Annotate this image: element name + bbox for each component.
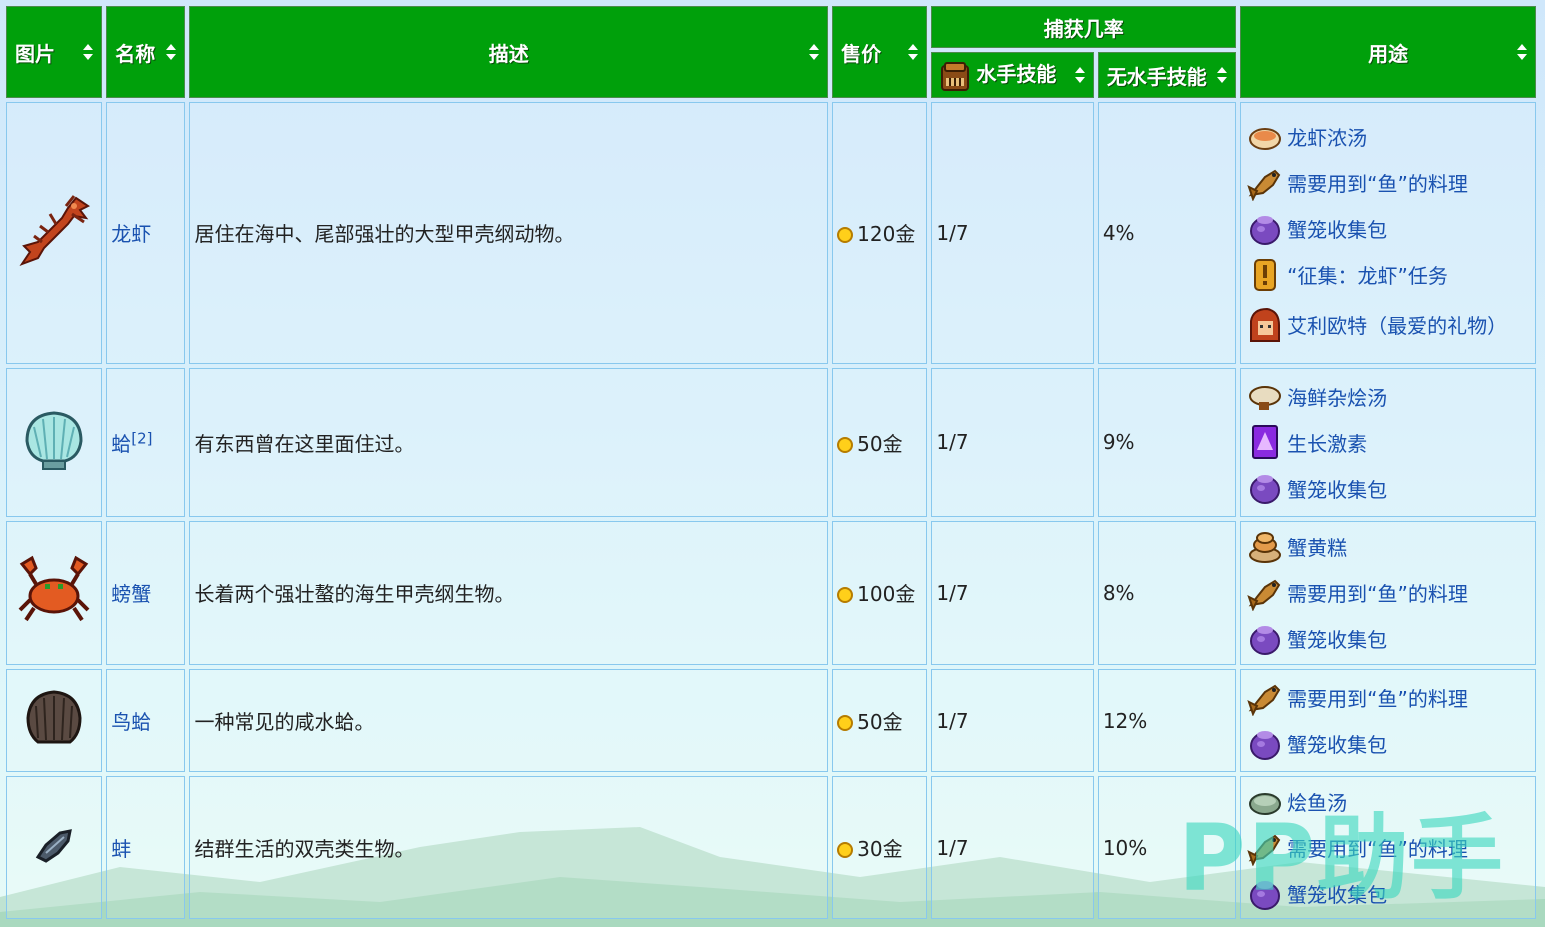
item-uses: 需要用到“鱼”的料理 蟹笼收集包 [1240,669,1536,773]
fish-icon [1247,684,1281,716]
item-description: 长着两个强壮螯的海生甲壳纲生物。 [189,520,829,666]
sort-icon[interactable] [166,44,177,60]
item-name-link[interactable]: 蚌 [111,837,131,861]
mussel-icon[interactable] [32,823,76,867]
header-mariner[interactable]: 水手技能 [931,52,1094,98]
use-item[interactable]: 蟹笼收集包 [1247,616,1535,662]
item-image-cell [6,520,103,666]
table-row: 螃蟹 长着两个强壮螯的海生甲壳纲生物。 100金 1/7 8% 蟹黄糕 需要用到… [6,520,1536,666]
gold-coin-icon [837,227,854,244]
mariner-rate: 1/7 [931,669,1094,773]
no-mariner-rate: 9% [1097,367,1237,517]
clam-icon[interactable] [21,407,87,473]
lobster-bisque-icon [1249,127,1282,150]
use-item[interactable]: 蟹笼收集包 [1247,465,1535,511]
mariner-rate: 1/7 [931,102,1094,364]
quest-icon [1254,258,1277,291]
use-item[interactable]: 生长激素 [1247,419,1535,465]
use-item[interactable]: 蟹笼收集包 [1247,721,1535,767]
item-description: 结群生活的双壳类生物。 [189,776,829,919]
header-no-mariner[interactable]: 无水手技能 [1097,52,1237,98]
table-row: 龙虾 居住在海中、尾部强壮的大型甲壳纲动物。 120金 1/7 4% 龙虾浓汤 … [6,102,1536,364]
item-name-cell: 鸟蛤 [106,669,186,773]
item-price: 50金 [832,669,928,773]
mariner-rate: 1/7 [931,776,1094,919]
no-mariner-rate: 12% [1097,669,1237,773]
table-row: 鸟蛤 一种常见的咸水蛤。 50金 1/7 12% 需要用到“鱼”的料理 蟹笼收集… [6,669,1536,773]
gold-coin-icon [837,587,854,604]
watermark-logo: PP助手 [1178,805,1505,912]
item-description: 居住在海中、尾部强壮的大型甲壳纲动物。 [189,102,829,364]
sort-icon[interactable] [1217,67,1228,83]
crab-icon[interactable] [16,554,92,626]
item-name-cell: 蛤[2] [106,367,186,517]
crab-pot-bundle-icon [1250,215,1281,245]
cockle-icon[interactable] [24,688,84,748]
item-name-link[interactable]: 蛤 [111,432,131,456]
use-item[interactable]: 需要用到“鱼”的料理 [1247,675,1535,721]
elliott-icon [1250,307,1281,342]
no-mariner-rate: 8% [1097,520,1237,666]
item-name-link[interactable]: 龙虾 [111,222,151,246]
item-price: 50金 [832,367,928,517]
item-name-link[interactable]: 螃蟹 [111,582,151,606]
item-image-cell [6,102,103,364]
use-item[interactable]: 需要用到“鱼”的料理 [1247,570,1535,616]
sort-icon[interactable] [908,44,919,60]
crab-pot-bundle-icon [1250,475,1281,505]
item-name-cell: 龙虾 [106,102,186,364]
mariner-rate: 1/7 [931,520,1094,666]
item-image-cell [6,776,103,919]
item-image-cell [6,367,103,517]
item-price: 30金 [832,776,928,919]
item-price: 100金 [832,520,928,666]
sort-icon[interactable] [809,44,820,60]
use-item[interactable]: 蟹黄糕 [1247,524,1535,570]
header-description[interactable]: 描述 [189,6,829,98]
item-uses: 蟹黄糕 需要用到“鱼”的料理 蟹笼收集包 [1240,520,1536,666]
use-item[interactable]: 海鲜杂烩汤 [1247,373,1535,419]
fish-icon [1247,169,1281,201]
item-description: 一种常见的咸水蛤。 [189,669,829,773]
item-price: 120金 [832,102,928,364]
header-uses[interactable]: 用途 [1240,6,1536,98]
header-price[interactable]: 售价 [832,6,928,98]
header-catch-rate: 捕获几率 [931,6,1237,48]
item-description: 有东西曾在这里面住过。 [189,367,829,517]
crab-pot-items-table: 图片 名称 描述 售价 捕获几率 用途 水手技能 无水手技能 龙虾 居住在海中、… [2,2,1540,923]
use-item[interactable]: 艾利欧特（最爱的礼物） [1247,298,1535,352]
item-uses: 龙虾浓汤 需要用到“鱼”的料理 蟹笼收集包 “征集：龙虾”任务 艾利欧特（最爱的… [1240,102,1536,364]
crab-pot-bundle-icon [1250,625,1281,655]
item-name-cell: 蚌 [106,776,186,919]
crab-pot-bundle-icon [1250,730,1281,760]
mariner-rate: 1/7 [931,367,1094,517]
gold-coin-icon [837,436,854,453]
sort-icon[interactable] [1074,67,1085,83]
use-item[interactable]: 需要用到“鱼”的料理 [1247,160,1535,206]
no-mariner-rate: 4% [1097,102,1237,364]
item-uses: 海鲜杂烩汤 生长激素 蟹笼收集包 [1240,367,1536,517]
use-item[interactable]: “征集：龙虾”任务 [1247,252,1535,298]
use-item[interactable]: 蟹笼收集包 [1247,206,1535,252]
item-name-link[interactable]: 鸟蛤 [111,710,151,734]
table-row: 蛤[2] 有东西曾在这里面住过。 50金 1/7 9% 海鲜杂烩汤 生长激素 蟹… [6,367,1536,517]
gold-coin-icon [837,842,854,859]
lobster-icon[interactable] [16,192,92,268]
fish-icon [1247,579,1281,611]
growth-hormone-icon [1252,425,1279,460]
sort-icon[interactable] [1517,44,1527,60]
header-image[interactable]: 图片 [6,6,103,98]
chowder-icon [1249,386,1282,411]
item-image-cell [6,669,103,773]
gold-coin-icon [837,715,854,732]
mariner-skill-icon [941,61,970,91]
crab-cakes-icon [1249,531,1282,563]
citation-link[interactable]: [2] [131,429,152,447]
sort-icon[interactable] [83,44,94,60]
use-item[interactable]: 龙虾浓汤 [1247,114,1535,160]
header-name[interactable]: 名称 [106,6,186,98]
item-name-cell: 螃蟹 [106,520,186,666]
